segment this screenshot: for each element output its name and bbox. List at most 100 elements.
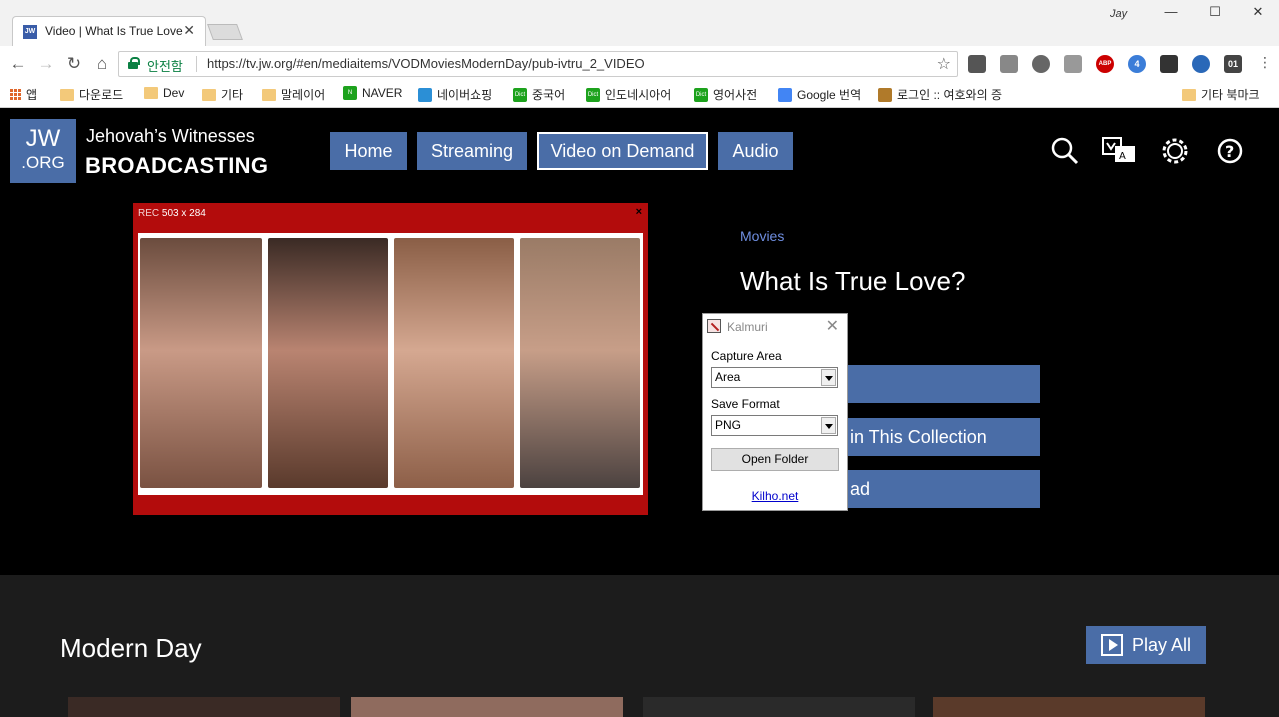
gear-icon[interactable] bbox=[1160, 136, 1190, 166]
svg-text:A: A bbox=[1119, 151, 1126, 162]
video-thumbnail[interactable] bbox=[138, 233, 643, 495]
thumbnail-panel bbox=[520, 238, 640, 488]
apps-icon bbox=[10, 89, 21, 100]
jw-icon bbox=[878, 87, 892, 102]
naver-icon: N bbox=[343, 86, 357, 100]
capture-area-select[interactable]: Area bbox=[711, 367, 838, 388]
browser-titlebar: JW Video | What Is True Love? ✕ Jay — ☐ … bbox=[0, 0, 1279, 46]
extension-icon[interactable] bbox=[968, 55, 986, 73]
folder-icon bbox=[262, 88, 276, 101]
play-icon bbox=[1101, 634, 1123, 656]
help-icon[interactable]: ? bbox=[1215, 136, 1245, 166]
bookmark-item[interactable]: Google 번역 bbox=[778, 86, 861, 103]
bookmark-item[interactable]: 말레이어 bbox=[262, 86, 325, 103]
page-content: JW .ORG Jehovah’s Witnesses BROADCASTING… bbox=[0, 108, 1279, 717]
video-card[interactable] bbox=[643, 697, 915, 717]
minimize-icon[interactable]: — bbox=[1156, 4, 1186, 24]
nav-audio[interactable]: Audio bbox=[718, 132, 793, 170]
maximize-icon[interactable]: ☐ bbox=[1200, 4, 1230, 24]
nav-streaming[interactable]: Streaming bbox=[417, 132, 527, 170]
jw-logo[interactable]: JW .ORG bbox=[10, 119, 76, 183]
browser-tab[interactable]: JW Video | What Is True Love? ✕ bbox=[12, 16, 206, 46]
lock-icon bbox=[128, 57, 140, 69]
video-card[interactable] bbox=[68, 697, 340, 717]
thumbnail-panel bbox=[268, 238, 388, 488]
profile-name[interactable]: Jay bbox=[1110, 8, 1127, 20]
brand-line2: BROADCASTING bbox=[85, 153, 269, 178]
dict-icon: Dict bbox=[586, 87, 600, 102]
video-card[interactable] bbox=[933, 697, 1205, 717]
url-text[interactable]: https://tv.jw.org/#en/mediaitems/VODMovi… bbox=[207, 56, 645, 71]
capture-area-label: Capture Area bbox=[711, 349, 782, 363]
bookmark-item[interactable]: 로그인 :: 여호와의 증 bbox=[878, 86, 1002, 103]
collection-section: Modern Day Play All bbox=[0, 575, 1279, 717]
chevron-down-icon[interactable] bbox=[821, 417, 836, 434]
menu-icon[interactable]: ⋮ bbox=[1254, 54, 1276, 71]
video-player[interactable]: REC 503 x 284 × bbox=[133, 203, 648, 515]
extension-icon[interactable] bbox=[1064, 55, 1082, 73]
bookmark-item[interactable]: Dict 인도네시아어 bbox=[586, 86, 671, 103]
save-format-label: Save Format bbox=[711, 397, 780, 411]
capture-close-icon[interactable]: × bbox=[636, 206, 642, 218]
extension-badge-icon[interactable]: 4 bbox=[1128, 55, 1146, 73]
bookmark-item[interactable]: 다운로드 bbox=[60, 86, 123, 103]
dialog-title: Kalmuri bbox=[727, 320, 768, 334]
kalmuri-dialog: Kalmuri ✕ Capture Area Area Save Format … bbox=[702, 313, 848, 511]
bookmark-item[interactable]: Dict 영어사전 bbox=[694, 86, 757, 103]
extension-01-icon[interactable]: 01 bbox=[1224, 55, 1242, 73]
thumbnail-panel bbox=[140, 238, 262, 488]
video-card[interactable] bbox=[351, 697, 623, 717]
back-icon[interactable]: ← bbox=[7, 54, 29, 74]
dict-icon: Dict bbox=[513, 87, 527, 102]
bookmark-item[interactable]: Dict 중국어 bbox=[513, 86, 565, 103]
bookmark-item[interactable]: 네이버쇼핑 bbox=[418, 86, 492, 103]
language-icon[interactable]: A bbox=[1101, 136, 1137, 166]
nav-home[interactable]: Home bbox=[330, 132, 407, 170]
close-window-icon[interactable]: ✕ bbox=[1243, 4, 1273, 24]
folder-icon bbox=[144, 87, 158, 99]
bookmarks-bar: 앱 다운로드 Dev 기타 말레이어 N NAVER 네이버쇼핑 Dict 중국어 … bbox=[0, 82, 1279, 108]
bookmark-apps[interactable]: 앱 bbox=[10, 86, 37, 103]
video-title: What Is True Love? bbox=[740, 266, 966, 296]
kilho-link[interactable]: Kilho.net bbox=[703, 489, 847, 503]
rec-label: REC 503 x 284 bbox=[138, 208, 206, 219]
tab-title: Video | What Is True Love? bbox=[45, 24, 183, 38]
bookmark-other[interactable]: 기타 북마크 bbox=[1182, 86, 1260, 103]
kalmuri-icon bbox=[707, 319, 721, 333]
extension-icon[interactable] bbox=[1000, 55, 1018, 73]
abp-icon[interactable]: ABP bbox=[1096, 55, 1114, 73]
forward-icon[interactable]: → bbox=[35, 54, 57, 74]
reload-icon[interactable]: ↻ bbox=[63, 54, 85, 74]
bookmark-item[interactable]: 기타 bbox=[202, 86, 243, 103]
folder-icon bbox=[60, 88, 74, 101]
chevron-down-icon[interactable] bbox=[821, 369, 836, 386]
thumbnail-panel bbox=[394, 238, 514, 488]
shopping-icon bbox=[418, 87, 432, 102]
dict-icon: Dict bbox=[694, 87, 708, 102]
mask-extension-icon[interactable] bbox=[1160, 55, 1178, 73]
nav-video-on-demand[interactable]: Video on Demand bbox=[537, 132, 708, 170]
play-all-button[interactable]: Play All bbox=[1086, 626, 1206, 664]
bookmark-item[interactable]: N NAVER bbox=[343, 86, 402, 100]
secure-label: 안전함 bbox=[147, 59, 183, 74]
section-title: Modern Day bbox=[60, 633, 202, 663]
tab-close-icon[interactable]: ✕ bbox=[183, 22, 195, 39]
brand-line1: Jehovah’s Witnesses bbox=[86, 126, 255, 146]
folder-icon bbox=[1182, 88, 1196, 101]
home-icon[interactable]: ⌂ bbox=[91, 54, 113, 74]
dialog-close-icon[interactable]: ✕ bbox=[826, 316, 839, 336]
extension-icon[interactable] bbox=[1032, 55, 1050, 73]
jw-favicon-icon: JW bbox=[23, 25, 37, 39]
folder-icon bbox=[202, 88, 216, 101]
bookmark-star-icon[interactable]: ☆ bbox=[937, 54, 951, 74]
extension-icon[interactable] bbox=[1192, 55, 1210, 73]
new-tab-button[interactable] bbox=[207, 24, 243, 40]
search-icon[interactable] bbox=[1050, 136, 1080, 166]
browser-toolbar: ← → ↻ ⌂ 안전함 https://tv.jw.org/#en/mediai… bbox=[0, 46, 1279, 82]
bookmark-item[interactable]: Dev bbox=[144, 86, 184, 100]
save-format-select[interactable]: PNG bbox=[711, 415, 838, 436]
address-bar[interactable]: 안전함 https://tv.jw.org/#en/mediaitems/VOD… bbox=[118, 51, 958, 77]
svg-text:?: ? bbox=[1225, 142, 1234, 161]
video-category[interactable]: Movies bbox=[740, 228, 784, 244]
open-folder-button[interactable]: Open Folder bbox=[711, 448, 839, 471]
